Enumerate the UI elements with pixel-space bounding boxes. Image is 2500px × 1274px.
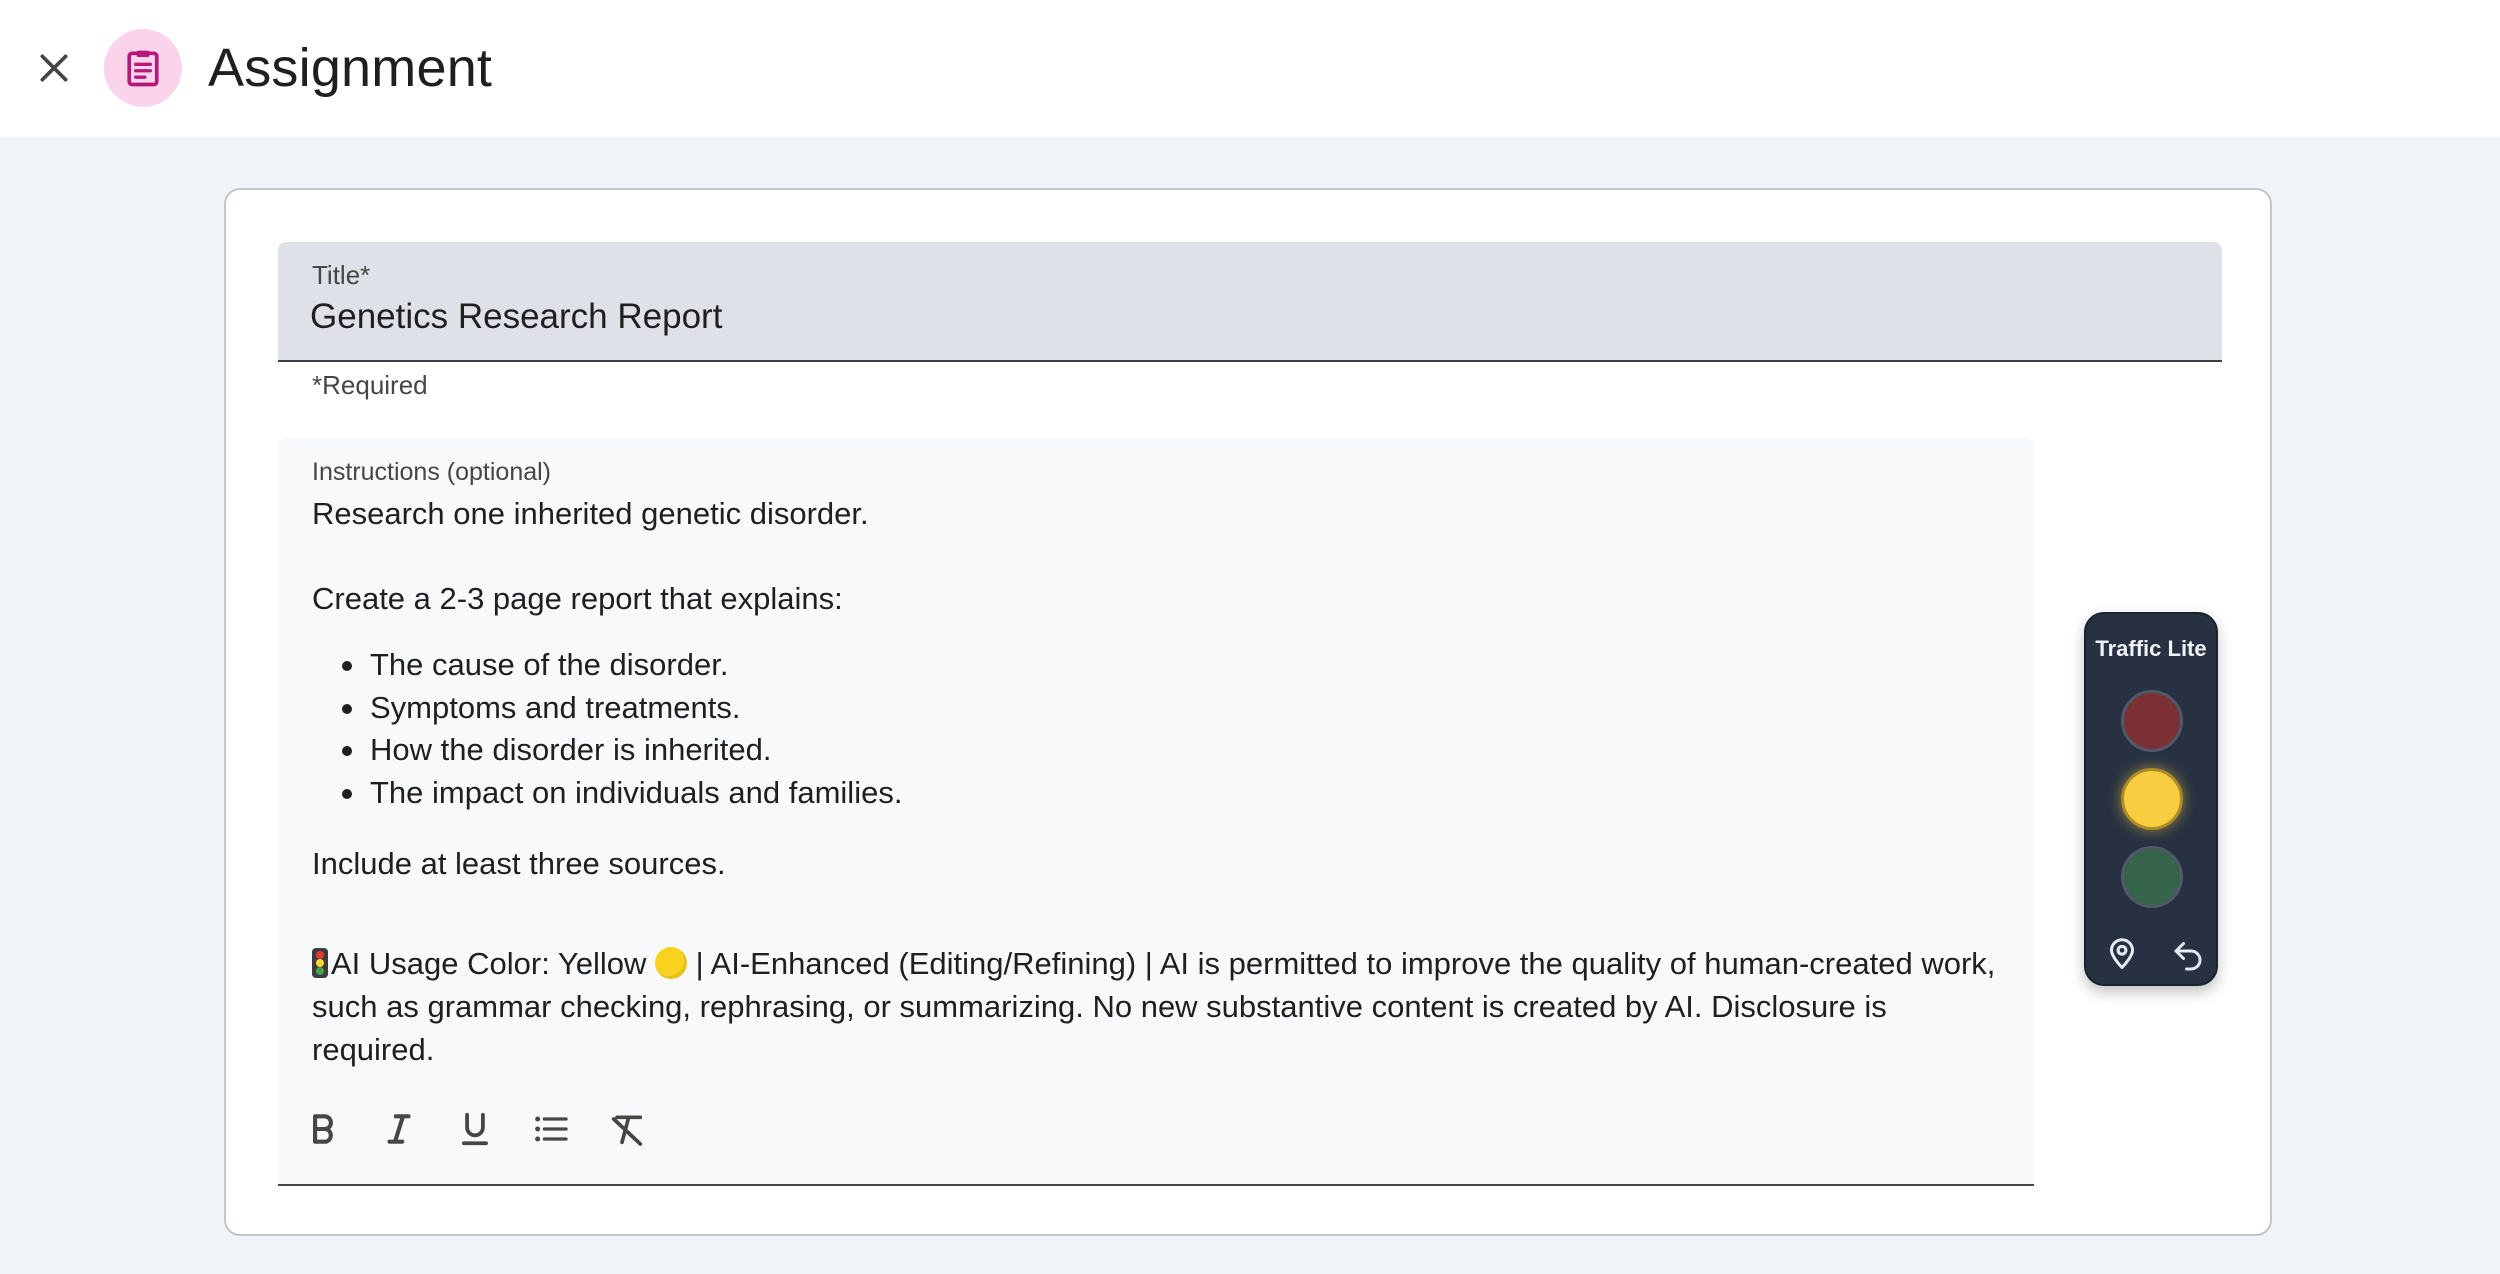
list-item: The impact on individuals and families. — [342, 772, 2012, 815]
instructions-line: Create a 2-3 page report that explains: — [312, 581, 843, 616]
underline-icon — [462, 1112, 488, 1146]
bulleted-list-button[interactable] — [518, 1096, 584, 1162]
traffic-lite-widget: Traffic Lite — [2084, 612, 2218, 986]
undo-button[interactable] — [2166, 932, 2210, 976]
instructions-editor[interactable]: Research one inherited genetic disorder.… — [312, 492, 2012, 1071]
clear-formatting-button[interactable] — [594, 1096, 660, 1162]
close-icon — [40, 54, 68, 82]
bulleted-list-icon — [535, 1116, 568, 1142]
traffic-light-emoji-icon — [312, 948, 328, 978]
location-pin-button[interactable] — [2100, 932, 2144, 976]
italic-button[interactable] — [366, 1096, 432, 1162]
ai-usage-prefix: AI Usage Color: Yellow — [331, 946, 655, 981]
instructions-line: Research one inherited genetic disorder. — [312, 496, 869, 531]
traffic-lite-title: Traffic Lite — [2095, 636, 2207, 661]
list-item: Symptoms and treatments. — [342, 687, 2012, 730]
green-light-button[interactable] — [2121, 846, 2183, 908]
bold-button[interactable] — [290, 1096, 356, 1162]
close-button[interactable] — [22, 36, 86, 100]
title-field[interactable]: Title* — [278, 242, 2222, 362]
assignment-form-card: Title* *Required Instructions (optional)… — [224, 188, 2272, 1236]
location-pin-icon — [2110, 938, 2134, 969]
italic-icon — [387, 1114, 411, 1144]
instructions-label: Instructions (optional) — [312, 458, 552, 486]
title-label: Title* — [312, 260, 371, 290]
underline-button[interactable] — [442, 1096, 508, 1162]
page-title: Assignment — [208, 38, 493, 98]
yellow-light-button[interactable] — [2121, 768, 2183, 830]
list-item: The cause of the disorder. — [342, 644, 2012, 687]
undo-icon — [2174, 942, 2202, 971]
red-light-button[interactable] — [2121, 690, 2183, 752]
list-item: How the disorder is inherited. — [342, 729, 2012, 772]
assignment-app-icon — [104, 29, 182, 107]
app-header: Assignment — [0, 0, 2500, 137]
instructions-line: Include at least three sources. — [312, 846, 726, 881]
yellow-circle-emoji-icon — [654, 947, 687, 979]
assignment-icon — [127, 50, 159, 87]
instructions-field[interactable]: Instructions (optional) Research one inh… — [278, 438, 2034, 1186]
bold-icon — [313, 1114, 333, 1144]
required-hint: *Required — [312, 370, 428, 400]
instructions-bullet-list: The cause of the disorder. Symptoms and … — [312, 644, 2012, 814]
title-input[interactable] — [310, 292, 2170, 342]
formatting-toolbar — [290, 1096, 660, 1168]
ai-usage-statement: AI Usage Color: Yellow | AI-Enhanced (Ed… — [312, 942, 2012, 1071]
clear-formatting-icon — [611, 1115, 643, 1146]
